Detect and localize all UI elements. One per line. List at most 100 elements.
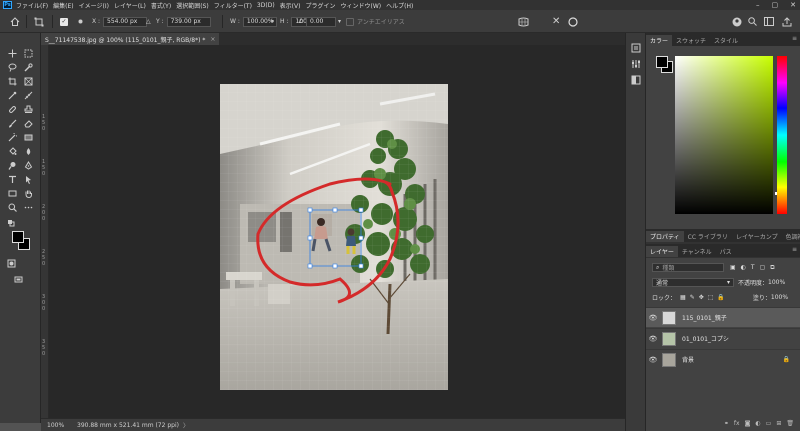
libraries-panel-icon[interactable] [631,75,641,85]
filter-type-icon[interactable]: T [751,264,755,271]
new-group-icon[interactable]: ▭ [766,420,772,427]
layer-row[interactable]: 👁 背景 🔒 [646,349,800,369]
lock-pixels-icon[interactable]: ▦ [680,294,686,301]
layer-filter-select[interactable]: ⌕ 種類 [652,263,724,272]
screen-mode-icon[interactable] [12,273,24,285]
menu-plugins[interactable]: プラグイン [305,1,335,10]
zoom-level[interactable]: 100% [47,422,77,429]
menu-help[interactable]: ヘルプ(H) [386,1,413,10]
path-select-tool-icon[interactable] [22,173,34,185]
link-position-icon[interactable]: △ [146,16,151,27]
lock-artboard-icon[interactable]: ⬚ [708,294,714,301]
menu-type[interactable]: 書式(Y) [151,1,171,10]
transform-tool-icon[interactable] [34,16,44,27]
add-mask-icon[interactable]: ◙ [745,420,751,427]
document-canvas[interactable] [220,84,448,390]
fill-input[interactable]: 100% [771,294,788,301]
brush-tool-icon[interactable] [6,117,18,129]
frame-tool-icon[interactable] [22,75,34,87]
filter-smart-icon[interactable]: ⧉ [770,264,774,272]
default-colors-icon[interactable] [5,217,17,229]
visibility-eye-icon[interactable]: 👁 [646,314,660,322]
commit-transform-icon[interactable] [568,16,578,27]
cancel-transform-icon[interactable]: ✕ [552,16,560,27]
menu-file[interactable]: ファイル(F) [16,1,48,10]
adjustments-panel-icon[interactable] [631,59,641,69]
close-tab-icon[interactable]: × [210,36,215,43]
menu-layer[interactable]: レイヤー(L) [114,1,146,10]
foreground-color-swatch[interactable] [12,231,24,243]
hand-tool-icon[interactable] [22,187,34,199]
filter-shape-icon[interactable]: ▢ [760,264,766,271]
layer-style-icon[interactable]: fx [734,420,740,427]
x-position-input[interactable]: 554.00 px [103,16,148,27]
delete-layer-icon[interactable]: 🗑 [786,420,794,427]
layer-row[interactable]: 👁 01_0101_コプシ [646,328,800,348]
move-tool-icon[interactable] [6,47,18,59]
new-layer-icon[interactable]: ⊞ [776,420,781,427]
hue-slider[interactable] [777,56,787,214]
history-brush-tool-icon[interactable] [6,131,18,143]
lasso-tool-icon[interactable] [6,61,18,73]
tab-paths[interactable]: パス [716,246,736,257]
menu-filter[interactable]: フィルター(T) [214,1,252,10]
angle-input[interactable]: 0.00 [306,16,336,27]
tab-adjustments[interactable]: 色調補正 [782,231,800,242]
layers-panel-menu-icon[interactable]: ≡ [792,246,797,253]
blur-tool-icon[interactable] [22,145,34,157]
reference-point-checkbox[interactable]: ✓ [60,17,68,26]
blend-mode-select[interactable]: 通常 ▾ [652,278,734,287]
layer-row[interactable]: 👁 115_0101_親子 [646,307,800,327]
y-position-input[interactable]: 739.00 px [166,16,211,27]
maximize-icon[interactable]: ▢ [772,1,779,9]
saturation-brightness-picker[interactable] [675,56,773,214]
user-icon[interactable] [732,16,742,27]
measure-tool-icon[interactable] [22,89,34,101]
healing-brush-tool-icon[interactable] [6,103,18,115]
quick-select-tool-icon[interactable] [22,61,34,73]
menu-window[interactable]: ウィンドウ(W) [340,1,381,10]
lock-all-icon[interactable]: 🔒 [717,294,724,301]
type-tool-icon[interactable] [6,173,18,185]
history-panel-icon[interactable] [631,43,641,53]
opacity-input[interactable]: 100% [768,279,785,286]
more-tools-icon[interactable] [22,201,34,213]
marquee-tool-icon[interactable] [22,47,34,59]
warp-mode-icon[interactable] [518,16,529,27]
adjustment-layer-icon[interactable]: ◐ [755,420,760,427]
dodge-tool-icon[interactable] [6,159,18,171]
link-layers-icon[interactable]: ⚭ [724,420,729,427]
visibility-eye-icon[interactable]: 👁 [646,335,660,343]
menu-view[interactable]: 表示(V) [280,1,301,10]
filter-adjust-icon[interactable]: ◐ [741,264,746,271]
menu-edit[interactable]: 編集(E) [53,1,73,10]
status-menu-arrow[interactable]: 〉 [183,421,189,430]
lock-paint-icon[interactable]: ✎ [690,294,695,301]
panel-menu-icon[interactable]: ≡ [792,35,797,42]
menu-select[interactable]: 選択範囲(S) [176,1,209,10]
paint-bucket-tool-icon[interactable] [6,145,18,157]
close-window-icon[interactable]: ✕ [790,1,796,9]
tab-properties[interactable]: プロパティ [646,231,684,242]
tab-swatches[interactable]: スウォッチ [672,35,710,46]
crop-tool-icon[interactable] [6,75,18,87]
eyedropper-tool-icon[interactable] [6,89,18,101]
menu-3d[interactable]: 3D(D) [257,2,275,9]
color-panel-foreground-swatch[interactable] [656,56,668,68]
document-tab[interactable]: S__71147538.jpg @ 100% (115_0101_親子, RGB… [41,33,220,45]
minimize-icon[interactable]: – [756,1,760,9]
filter-pixel-icon[interactable]: ▣ [730,264,736,271]
antialias-checkbox[interactable] [346,17,354,26]
pen-tool-icon[interactable] [22,159,34,171]
share-icon[interactable] [782,16,792,27]
tab-layer-comps[interactable]: レイヤーカンプ [732,231,782,242]
tab-cc-libraries[interactable]: CC ライブラリ [684,231,732,242]
interpolation-dropdown-icon[interactable]: ▾ [338,16,341,27]
lock-position-icon[interactable]: ✥ [699,294,704,301]
menu-image[interactable]: イメージ(I) [79,1,109,10]
canvas-area[interactable] [49,45,625,418]
quick-mask-icon[interactable] [5,257,17,269]
reference-point-icon[interactable] [76,16,85,27]
tab-color[interactable]: カラー [646,35,673,46]
rectangle-tool-icon[interactable] [6,187,18,199]
